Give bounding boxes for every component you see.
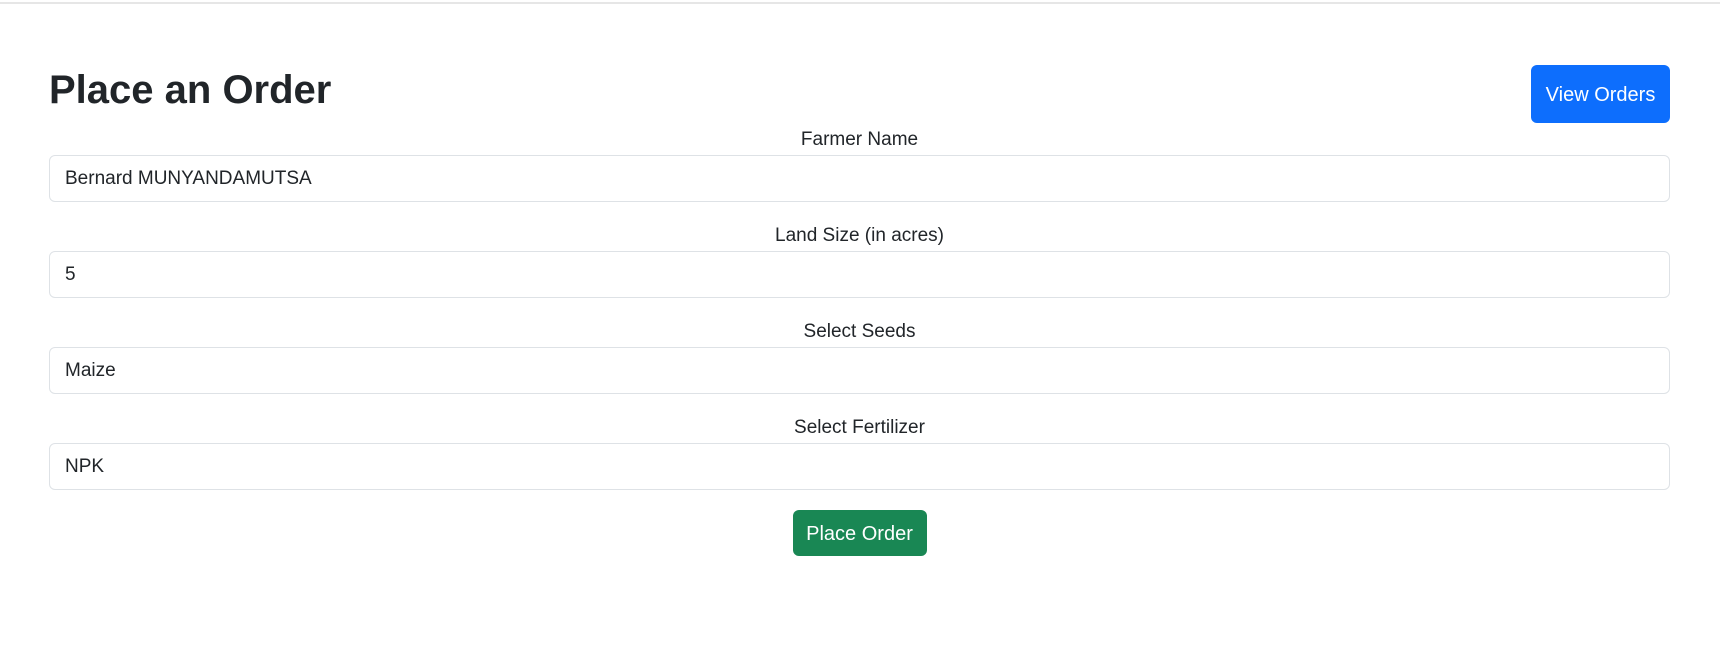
submit-row: Place Order — [49, 510, 1670, 556]
farmer-name-label: Farmer Name — [800, 129, 919, 150]
land-size-input[interactable] — [49, 251, 1670, 298]
farmer-name-group: Farmer Name — [49, 128, 1670, 202]
land-size-group: Land Size (in acres) — [49, 224, 1670, 298]
fertilizer-select[interactable] — [49, 443, 1670, 490]
seeds-label: Select Seeds — [803, 321, 916, 342]
fertilizer-group: Select Fertilizer — [49, 416, 1670, 490]
order-form-container: Place an Order View Orders Farmer Name L… — [49, 0, 1670, 556]
seeds-group: Select Seeds — [49, 320, 1670, 394]
order-form: Farmer Name Land Size (in acres) Select … — [49, 128, 1670, 556]
seeds-select[interactable] — [49, 347, 1670, 394]
view-orders-button[interactable]: View Orders — [1531, 65, 1670, 123]
page-header: Place an Order View Orders — [49, 0, 1670, 128]
farmer-name-input[interactable] — [49, 155, 1670, 202]
place-order-button[interactable]: Place Order — [792, 510, 927, 556]
fertilizer-label: Select Fertilizer — [794, 417, 925, 438]
land-size-label: Land Size (in acres) — [775, 225, 944, 246]
page-title: Place an Order — [49, 68, 332, 112]
